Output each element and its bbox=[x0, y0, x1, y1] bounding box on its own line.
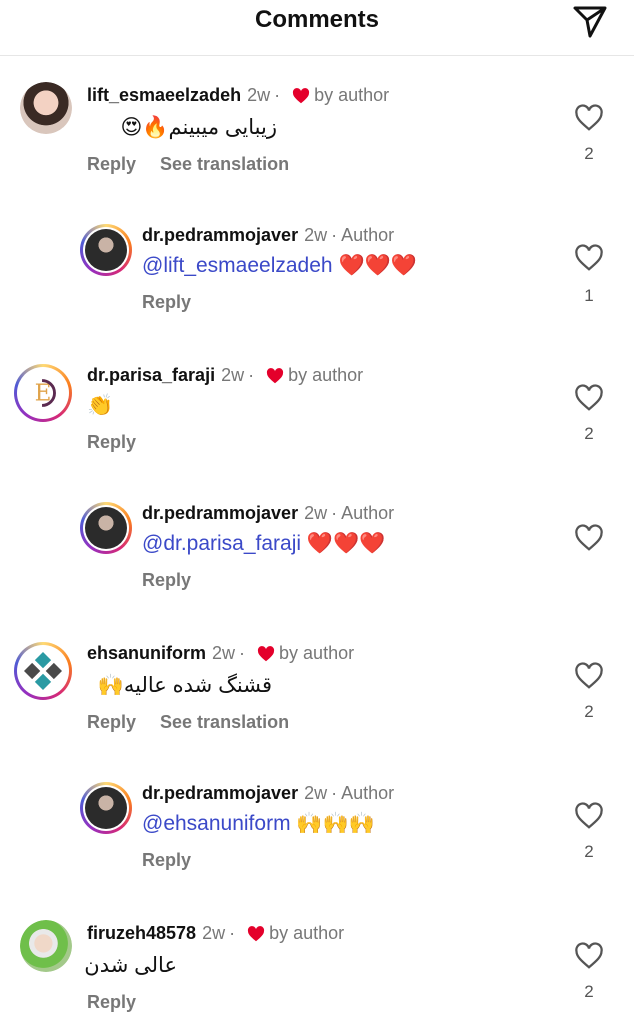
username[interactable]: ehsanuniform bbox=[87, 643, 206, 663]
liked-by-author-label: by author bbox=[279, 643, 355, 663]
heart-icon[interactable] bbox=[574, 104, 604, 132]
liked-by-author-label: by author bbox=[288, 365, 364, 385]
like-count: 2 bbox=[584, 702, 594, 721]
like-count: 2 bbox=[584, 982, 594, 1001]
avatar[interactable] bbox=[80, 782, 132, 834]
username[interactable]: firuzeh48578 bbox=[87, 923, 196, 943]
author-badge: Author bbox=[341, 503, 395, 523]
comment-text: قشنگ شده عالیه🙌 bbox=[97, 674, 272, 697]
username[interactable]: dr.pedrammojaver bbox=[142, 783, 298, 803]
heart-filled-icon bbox=[247, 926, 265, 942]
reply-button[interactable]: Reply bbox=[87, 154, 136, 174]
mention-link[interactable]: @dr.parisa_faraji bbox=[142, 532, 301, 555]
reply-button[interactable]: Reply bbox=[142, 850, 191, 870]
comment-text: ❤️❤️❤️ bbox=[338, 254, 417, 277]
comments-header: Comments bbox=[0, 0, 634, 56]
heart-filled-icon bbox=[266, 368, 284, 384]
heart-icon[interactable] bbox=[574, 524, 604, 552]
reply-button[interactable]: Reply bbox=[142, 570, 191, 590]
timestamp: 2w bbox=[247, 85, 271, 105]
heart-filled-icon bbox=[292, 88, 310, 104]
timestamp: 2w bbox=[221, 365, 245, 385]
heart-icon[interactable] bbox=[574, 384, 604, 412]
author-badge: Author bbox=[341, 225, 395, 245]
page-title: Comments bbox=[254, 6, 380, 33]
mention-link[interactable]: @lift_esmaeelzadeh bbox=[142, 254, 333, 277]
see-translation-button[interactable]: See translation bbox=[160, 712, 289, 732]
username[interactable]: dr.pedrammojaver bbox=[142, 503, 298, 523]
username[interactable]: lift_esmaeelzadeh bbox=[87, 85, 241, 105]
avatar[interactable] bbox=[20, 920, 72, 972]
comment-text: 🙌🙌🙌 bbox=[296, 812, 375, 835]
timestamp: 2w bbox=[212, 643, 236, 663]
heart-icon[interactable] bbox=[574, 942, 604, 970]
heart-icon[interactable] bbox=[574, 662, 604, 690]
avatar[interactable] bbox=[80, 502, 132, 554]
logo-icon: E bbox=[35, 379, 56, 407]
like-count: 2 bbox=[584, 424, 594, 443]
avatar[interactable] bbox=[80, 224, 132, 276]
reply-button[interactable]: Reply bbox=[87, 712, 136, 732]
logo-icon bbox=[23, 651, 63, 691]
heart-icon[interactable] bbox=[574, 244, 604, 272]
timestamp: 2w bbox=[304, 783, 328, 803]
liked-by-author-label: by author bbox=[314, 85, 390, 105]
avatar[interactable] bbox=[20, 82, 72, 134]
timestamp: 2w bbox=[304, 503, 328, 523]
avatar[interactable] bbox=[14, 642, 72, 700]
heart-icon[interactable] bbox=[574, 802, 604, 830]
comment-text: ❤️❤️❤️ bbox=[306, 532, 386, 555]
timestamp: 2w bbox=[202, 923, 226, 943]
avatar[interactable]: E bbox=[14, 364, 72, 422]
username[interactable]: dr.parisa_faraji bbox=[87, 365, 215, 385]
reply-button[interactable]: Reply bbox=[87, 432, 136, 452]
mention-link[interactable]: @ehsanuniform bbox=[142, 812, 291, 835]
like-count: 1 bbox=[584, 286, 594, 305]
author-badge: Author bbox=[341, 783, 395, 803]
comment-text: زیبایی میبینم🔥😍 bbox=[120, 116, 277, 139]
reply-button[interactable]: Reply bbox=[87, 992, 136, 1012]
username[interactable]: dr.pedrammojaver bbox=[142, 225, 298, 245]
like-count: 2 bbox=[584, 144, 594, 163]
comment-text: 👏 bbox=[87, 394, 114, 417]
like-count: 2 bbox=[584, 842, 594, 861]
heart-filled-icon bbox=[257, 646, 275, 662]
liked-by-author-label: by author bbox=[269, 923, 345, 943]
timestamp: 2w bbox=[304, 225, 328, 245]
see-translation-button[interactable]: See translation bbox=[160, 154, 289, 174]
reply-button[interactable]: Reply bbox=[142, 292, 191, 312]
send-icon[interactable] bbox=[572, 3, 608, 39]
comment-text: عالی شدن bbox=[84, 954, 177, 977]
